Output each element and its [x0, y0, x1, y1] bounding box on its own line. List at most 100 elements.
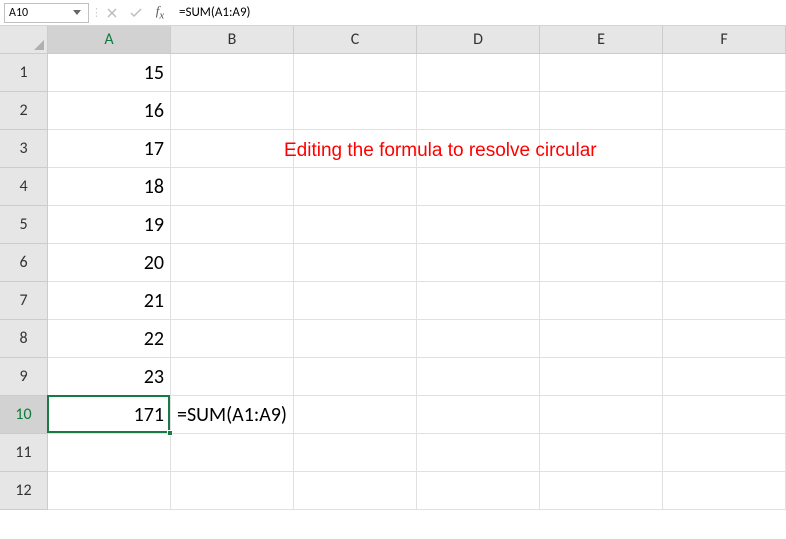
column-header-B[interactable]: B	[171, 26, 294, 54]
cell-B7[interactable]	[171, 282, 294, 320]
cell-D8[interactable]	[417, 320, 540, 358]
cell-E7[interactable]	[540, 282, 663, 320]
cell-C7[interactable]	[294, 282, 417, 320]
cell-A11[interactable]	[48, 434, 171, 472]
cell-D9[interactable]	[417, 358, 540, 396]
cell-D3[interactable]	[417, 130, 540, 168]
row-header-2[interactable]: 2	[0, 92, 48, 130]
cell-F5[interactable]	[663, 206, 786, 244]
column-header-F[interactable]: F	[663, 26, 786, 54]
cell-C12[interactable]	[294, 472, 417, 510]
cell-F4[interactable]	[663, 168, 786, 206]
cell-E8[interactable]	[540, 320, 663, 358]
row-header-7[interactable]: 7	[0, 282, 48, 320]
cell-C10[interactable]	[294, 396, 417, 434]
cell-E4[interactable]	[540, 168, 663, 206]
row-header-9[interactable]: 9	[0, 358, 48, 396]
name-box[interactable]: A10	[4, 3, 89, 23]
row-header-12[interactable]: 12	[0, 472, 48, 510]
cell-F1[interactable]	[663, 54, 786, 92]
cell-B3[interactable]	[171, 130, 294, 168]
cell-A1[interactable]: 15	[48, 54, 171, 92]
cell-C3[interactable]	[294, 130, 417, 168]
cell-B6[interactable]	[171, 244, 294, 282]
cell-A3[interactable]: 17	[48, 130, 171, 168]
cell-D4[interactable]	[417, 168, 540, 206]
row-header-3[interactable]: 3	[0, 130, 48, 168]
cell-E1[interactable]	[540, 54, 663, 92]
cell-D7[interactable]	[417, 282, 540, 320]
row-header-4[interactable]: 4	[0, 168, 48, 206]
cell-D6[interactable]	[417, 244, 540, 282]
row-header-10[interactable]: 10	[0, 396, 48, 434]
spreadsheet-grid: 123456789101112 ABCDEF 15161718192021222…	[0, 26, 786, 539]
cell-F8[interactable]	[663, 320, 786, 358]
cell-B11[interactable]	[171, 434, 294, 472]
cell-D11[interactable]	[417, 434, 540, 472]
name-box-dropdown-icon[interactable]	[70, 10, 84, 15]
fill-handle[interactable]	[167, 430, 173, 436]
cell-C6[interactable]	[294, 244, 417, 282]
cell-F12[interactable]	[663, 472, 786, 510]
cell-A2[interactable]: 16	[48, 92, 171, 130]
cell-A8[interactable]: 22	[48, 320, 171, 358]
cell-C11[interactable]	[294, 434, 417, 472]
formula-input[interactable]	[173, 3, 782, 23]
cell-B5[interactable]	[171, 206, 294, 244]
cell-D5[interactable]	[417, 206, 540, 244]
cell-E9[interactable]	[540, 358, 663, 396]
cell-F2[interactable]	[663, 92, 786, 130]
cell-E10[interactable]	[540, 396, 663, 434]
cell-D2[interactable]	[417, 92, 540, 130]
cell-E12[interactable]	[540, 472, 663, 510]
cell-D10[interactable]	[417, 396, 540, 434]
cell-F9[interactable]	[663, 358, 786, 396]
column-header-E[interactable]: E	[540, 26, 663, 54]
cell-B1[interactable]	[171, 54, 294, 92]
cell-E3[interactable]	[540, 130, 663, 168]
cell-A5[interactable]: 19	[48, 206, 171, 244]
formula-bar: A10 ⋮ fx	[0, 0, 786, 26]
row-header-6[interactable]: 6	[0, 244, 48, 282]
row-header-5[interactable]: 5	[0, 206, 48, 244]
insert-function-button[interactable]: fx	[149, 3, 171, 23]
cell-E11[interactable]	[540, 434, 663, 472]
cell-A7[interactable]: 21	[48, 282, 171, 320]
cell-C2[interactable]	[294, 92, 417, 130]
cell-B8[interactable]	[171, 320, 294, 358]
row-header-11[interactable]: 11	[0, 434, 48, 472]
cell-C8[interactable]	[294, 320, 417, 358]
cell-A9[interactable]: 23	[48, 358, 171, 396]
cell-A12[interactable]	[48, 472, 171, 510]
column-header-C[interactable]: C	[294, 26, 417, 54]
cell-B12[interactable]	[171, 472, 294, 510]
select-all-corner[interactable]	[0, 26, 48, 54]
row-header-8[interactable]: 8	[0, 320, 48, 358]
cancel-formula-button[interactable]	[101, 3, 123, 23]
cell-C5[interactable]	[294, 206, 417, 244]
cell-B2[interactable]	[171, 92, 294, 130]
cell-F10[interactable]	[663, 396, 786, 434]
column-header-A[interactable]: A	[48, 26, 171, 54]
cell-B4[interactable]	[171, 168, 294, 206]
cell-C9[interactable]	[294, 358, 417, 396]
cell-B10[interactable]: =SUM(A1:A9)	[171, 396, 294, 434]
cell-F11[interactable]	[663, 434, 786, 472]
cell-C1[interactable]	[294, 54, 417, 92]
cell-E5[interactable]	[540, 206, 663, 244]
accept-formula-button[interactable]	[125, 3, 147, 23]
cell-F7[interactable]	[663, 282, 786, 320]
row-header-1[interactable]: 1	[0, 54, 48, 92]
cell-D12[interactable]	[417, 472, 540, 510]
cell-E2[interactable]	[540, 92, 663, 130]
column-header-D[interactable]: D	[417, 26, 540, 54]
cell-F6[interactable]	[663, 244, 786, 282]
cell-B9[interactable]	[171, 358, 294, 396]
cell-F3[interactable]	[663, 130, 786, 168]
cell-A6[interactable]: 20	[48, 244, 171, 282]
cell-E6[interactable]	[540, 244, 663, 282]
cell-C4[interactable]	[294, 168, 417, 206]
cell-D1[interactable]	[417, 54, 540, 92]
cell-A10[interactable]: 171	[48, 396, 171, 434]
cell-A4[interactable]: 18	[48, 168, 171, 206]
